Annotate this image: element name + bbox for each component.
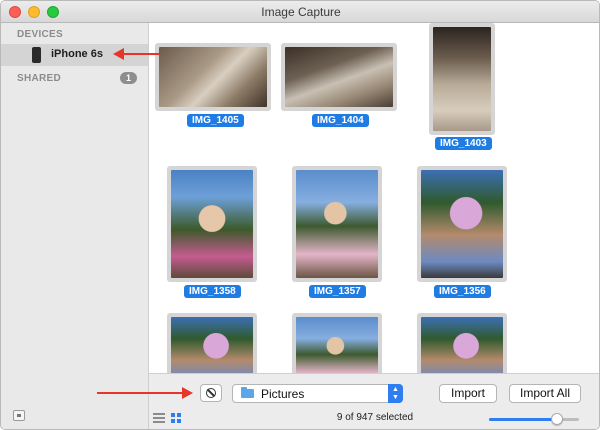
shared-header[interactable]: SHARED bbox=[17, 73, 61, 84]
photo-thumbnail[interactable] bbox=[417, 166, 507, 282]
photo-label[interactable]: IMG_1357 bbox=[309, 285, 366, 298]
import-button[interactable]: Import bbox=[439, 384, 497, 403]
window-title: Image Capture bbox=[261, 5, 341, 19]
chevron-updown-icon: ▲ ▼ bbox=[388, 384, 403, 403]
photo-image bbox=[159, 47, 267, 107]
photo-label[interactable]: IMG_1404 bbox=[312, 114, 369, 127]
title-bar: Image Capture bbox=[1, 1, 599, 23]
photo-image bbox=[421, 170, 503, 278]
sidebar-item-iphone[interactable]: iPhone 6s bbox=[1, 44, 148, 66]
folder-icon bbox=[241, 387, 254, 398]
thumbnail-size-slider[interactable] bbox=[489, 413, 579, 425]
devices-header: DEVICES bbox=[17, 29, 64, 40]
slider-fill bbox=[489, 418, 557, 421]
photo-label[interactable]: IMG_1356 bbox=[434, 285, 491, 298]
photo-thumbnail[interactable] bbox=[167, 166, 257, 282]
photo-image bbox=[433, 27, 491, 131]
photo-thumbnail[interactable] bbox=[417, 313, 507, 373]
disable-autoimport-button[interactable] bbox=[200, 384, 222, 402]
photo-label[interactable]: IMG_1405 bbox=[187, 114, 244, 127]
eject-icon[interactable] bbox=[13, 410, 25, 421]
prohibited-icon bbox=[206, 388, 216, 398]
photo-thumbnail[interactable] bbox=[292, 166, 382, 282]
photo-label[interactable]: IMG_1403 bbox=[435, 137, 492, 150]
sidebar: DEVICES iPhone 6s SHARED 1 bbox=[1, 23, 149, 429]
photo-thumbnail[interactable] bbox=[292, 313, 382, 373]
shared-count-badge: 1 bbox=[120, 72, 137, 84]
annotation-arrow bbox=[113, 48, 159, 60]
photo-thumbnail[interactable] bbox=[167, 313, 257, 373]
photo-image bbox=[296, 170, 378, 278]
iphone-icon bbox=[32, 47, 41, 63]
image-capture-window: Image Capture DEVICES iPhone 6s SHARED 1… bbox=[0, 0, 600, 430]
photo-image bbox=[296, 317, 378, 373]
photo-image bbox=[285, 47, 393, 107]
photo-image bbox=[171, 170, 253, 278]
photo-label[interactable]: IMG_1358 bbox=[184, 285, 241, 298]
import-all-button[interactable]: Import All bbox=[509, 384, 581, 403]
photo-thumbnail[interactable] bbox=[429, 23, 495, 135]
bottom-toolbar: Pictures ▲ ▼ Import Import All 9 of 947 s… bbox=[149, 373, 599, 429]
photo-thumbnail[interactable] bbox=[155, 43, 271, 111]
destination-label: Pictures bbox=[261, 387, 305, 401]
photo-thumbnail[interactable] bbox=[281, 43, 397, 111]
photo-grid[interactable]: IMG_1405 IMG_1404 IMG_1403 IMG_1358 IMG_… bbox=[149, 23, 599, 373]
photo-image bbox=[171, 317, 253, 373]
annotation-arrow bbox=[97, 387, 193, 399]
photo-image bbox=[421, 317, 503, 373]
import-destination-select[interactable]: Pictures ▲ ▼ bbox=[232, 384, 403, 403]
device-label: iPhone 6s bbox=[51, 48, 103, 60]
slider-knob[interactable] bbox=[550, 413, 563, 425]
